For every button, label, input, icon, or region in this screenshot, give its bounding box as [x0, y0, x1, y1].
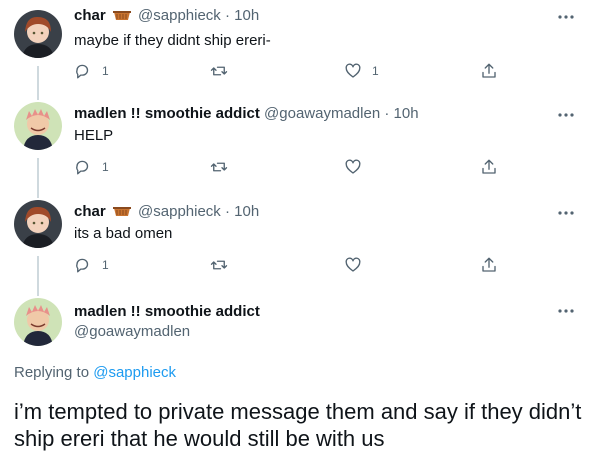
author-handle[interactable]: @sapphieck — [138, 203, 221, 220]
tweet-text: maybe if they didnt ship ereri- — [74, 32, 271, 49]
retweet-icon — [210, 260, 228, 270]
avatar[interactable] — [14, 200, 62, 248]
share-icon — [482, 159, 496, 174]
reply-icon — [76, 64, 89, 79]
replying-to: Replying to @sapphieck — [14, 364, 176, 381]
main-tweet-text: i’m tempted to private message them and … — [14, 399, 582, 451]
tweet-actions: 1 1 — [74, 59, 514, 83]
separator-dot: · — [384, 105, 390, 122]
share-button[interactable] — [480, 253, 498, 277]
author-name[interactable]: madlen !! smoothie addict — [74, 105, 260, 122]
share-icon — [482, 63, 496, 78]
basket-emoji — [112, 6, 132, 28]
replying-to-link[interactable]: @sapphieck — [93, 364, 176, 381]
like-icon — [345, 63, 361, 78]
author-handle[interactable]: @goawaymadlen — [74, 323, 190, 340]
retweet-icon — [210, 66, 228, 76]
tweet-header: madlen !! smoothie addict @goawaymadlen … — [74, 104, 419, 124]
retweet-button[interactable] — [210, 155, 238, 179]
retweet-button[interactable] — [210, 59, 238, 83]
share-icon — [482, 257, 496, 272]
separator-dot: · — [224, 203, 230, 220]
author-handle[interactable]: @sapphieck — [138, 7, 221, 24]
more-icon[interactable] — [556, 206, 576, 220]
timestamp[interactable]: 10h — [394, 105, 419, 122]
thread-line — [37, 256, 39, 296]
reply-button[interactable]: 1 — [74, 155, 109, 179]
more-icon[interactable] — [556, 10, 576, 24]
reply-icon — [76, 258, 89, 273]
tweet-header: char @sapphieck · 10h — [74, 6, 259, 28]
reply-button[interactable]: 1 — [74, 253, 109, 277]
separator-dot: · — [224, 7, 230, 24]
tweet-text: its a bad omen — [74, 225, 173, 242]
tweet-text: HELP — [74, 127, 114, 144]
tweet-actions: 1 — [74, 253, 514, 277]
like-count: 1 — [372, 64, 379, 78]
author-name[interactable]: madlen !! smoothie addict — [74, 303, 260, 320]
like-icon — [345, 159, 361, 174]
like-icon — [345, 257, 361, 272]
avatar[interactable] — [14, 102, 62, 150]
reply-count: 1 — [102, 160, 109, 174]
retweet-button[interactable] — [210, 253, 238, 277]
share-button[interactable] — [480, 155, 498, 179]
like-button[interactable] — [344, 155, 372, 179]
thread-line — [37, 66, 39, 100]
share-button[interactable] — [480, 59, 498, 83]
tweet-header: char @sapphieck · 10h — [74, 202, 259, 224]
author-name[interactable]: char — [74, 7, 106, 24]
replying-prefix: Replying to — [14, 364, 90, 381]
basket-emoji — [112, 202, 132, 224]
tweet-actions: 1 — [74, 155, 514, 179]
retweet-icon — [210, 162, 228, 172]
reply-count: 1 — [102, 64, 109, 78]
like-button[interactable]: 1 — [344, 59, 379, 83]
like-button[interactable] — [344, 253, 372, 277]
avatar[interactable] — [14, 298, 62, 346]
timestamp[interactable]: 10h — [234, 203, 259, 220]
author-handle[interactable]: @goawaymadlen — [264, 105, 380, 122]
reply-icon — [76, 160, 89, 175]
thread-line — [37, 158, 39, 198]
reply-button[interactable]: 1 — [74, 59, 109, 83]
author-name[interactable]: char — [74, 203, 106, 220]
more-icon[interactable] — [556, 304, 576, 318]
more-icon[interactable] — [556, 108, 576, 122]
avatar[interactable] — [14, 10, 62, 58]
timestamp[interactable]: 10h — [234, 7, 259, 24]
reply-count: 1 — [102, 258, 109, 272]
